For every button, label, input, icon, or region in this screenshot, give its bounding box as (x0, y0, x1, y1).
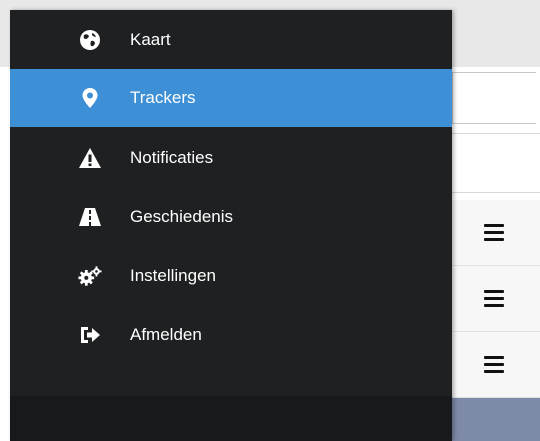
sidebar-item-trackers[interactable]: Trackers (10, 69, 452, 127)
sidebar-item-label: Geschiedenis (130, 207, 234, 226)
sidebar-menu: Kaart Trackers Notificaties Geschiedenis… (10, 10, 452, 441)
filter-bar (452, 133, 540, 193)
table-row[interactable] (452, 332, 540, 398)
globe-icon (78, 28, 102, 52)
map-marker-icon (78, 86, 102, 110)
hamburger-menu-icon[interactable] (484, 290, 504, 308)
sidebar-item-label: Notificaties (130, 148, 214, 167)
sidebar-item-label: Trackers (130, 88, 196, 107)
sidebar-item-geschiedenis[interactable]: Geschiedenis (10, 188, 452, 246)
sidebar-item-kaart[interactable]: Kaart (10, 11, 452, 69)
table-row[interactable] (452, 200, 540, 266)
hamburger-menu-icon[interactable] (484, 356, 504, 374)
gears-icon (78, 264, 102, 288)
sidebar-item-label: Kaart (130, 30, 171, 49)
sidebar-item-instellingen[interactable]: Instellingen (10, 247, 452, 305)
sidebar-item-label: Instellingen (130, 266, 217, 285)
page-footer (452, 398, 540, 441)
sidebar-item-label: Afmelden (130, 325, 202, 344)
table-row[interactable] (452, 266, 540, 332)
sidebar-item-notificaties[interactable]: Notificaties (10, 129, 452, 187)
hamburger-menu-icon[interactable] (484, 224, 504, 242)
sidebar-item-afmelden[interactable]: Afmelden (10, 306, 452, 364)
sidebar-footer (10, 396, 452, 441)
warning-icon (78, 146, 102, 170)
search-input[interactable] (452, 72, 536, 124)
sign-out-icon (78, 323, 102, 347)
road-icon (78, 205, 102, 229)
